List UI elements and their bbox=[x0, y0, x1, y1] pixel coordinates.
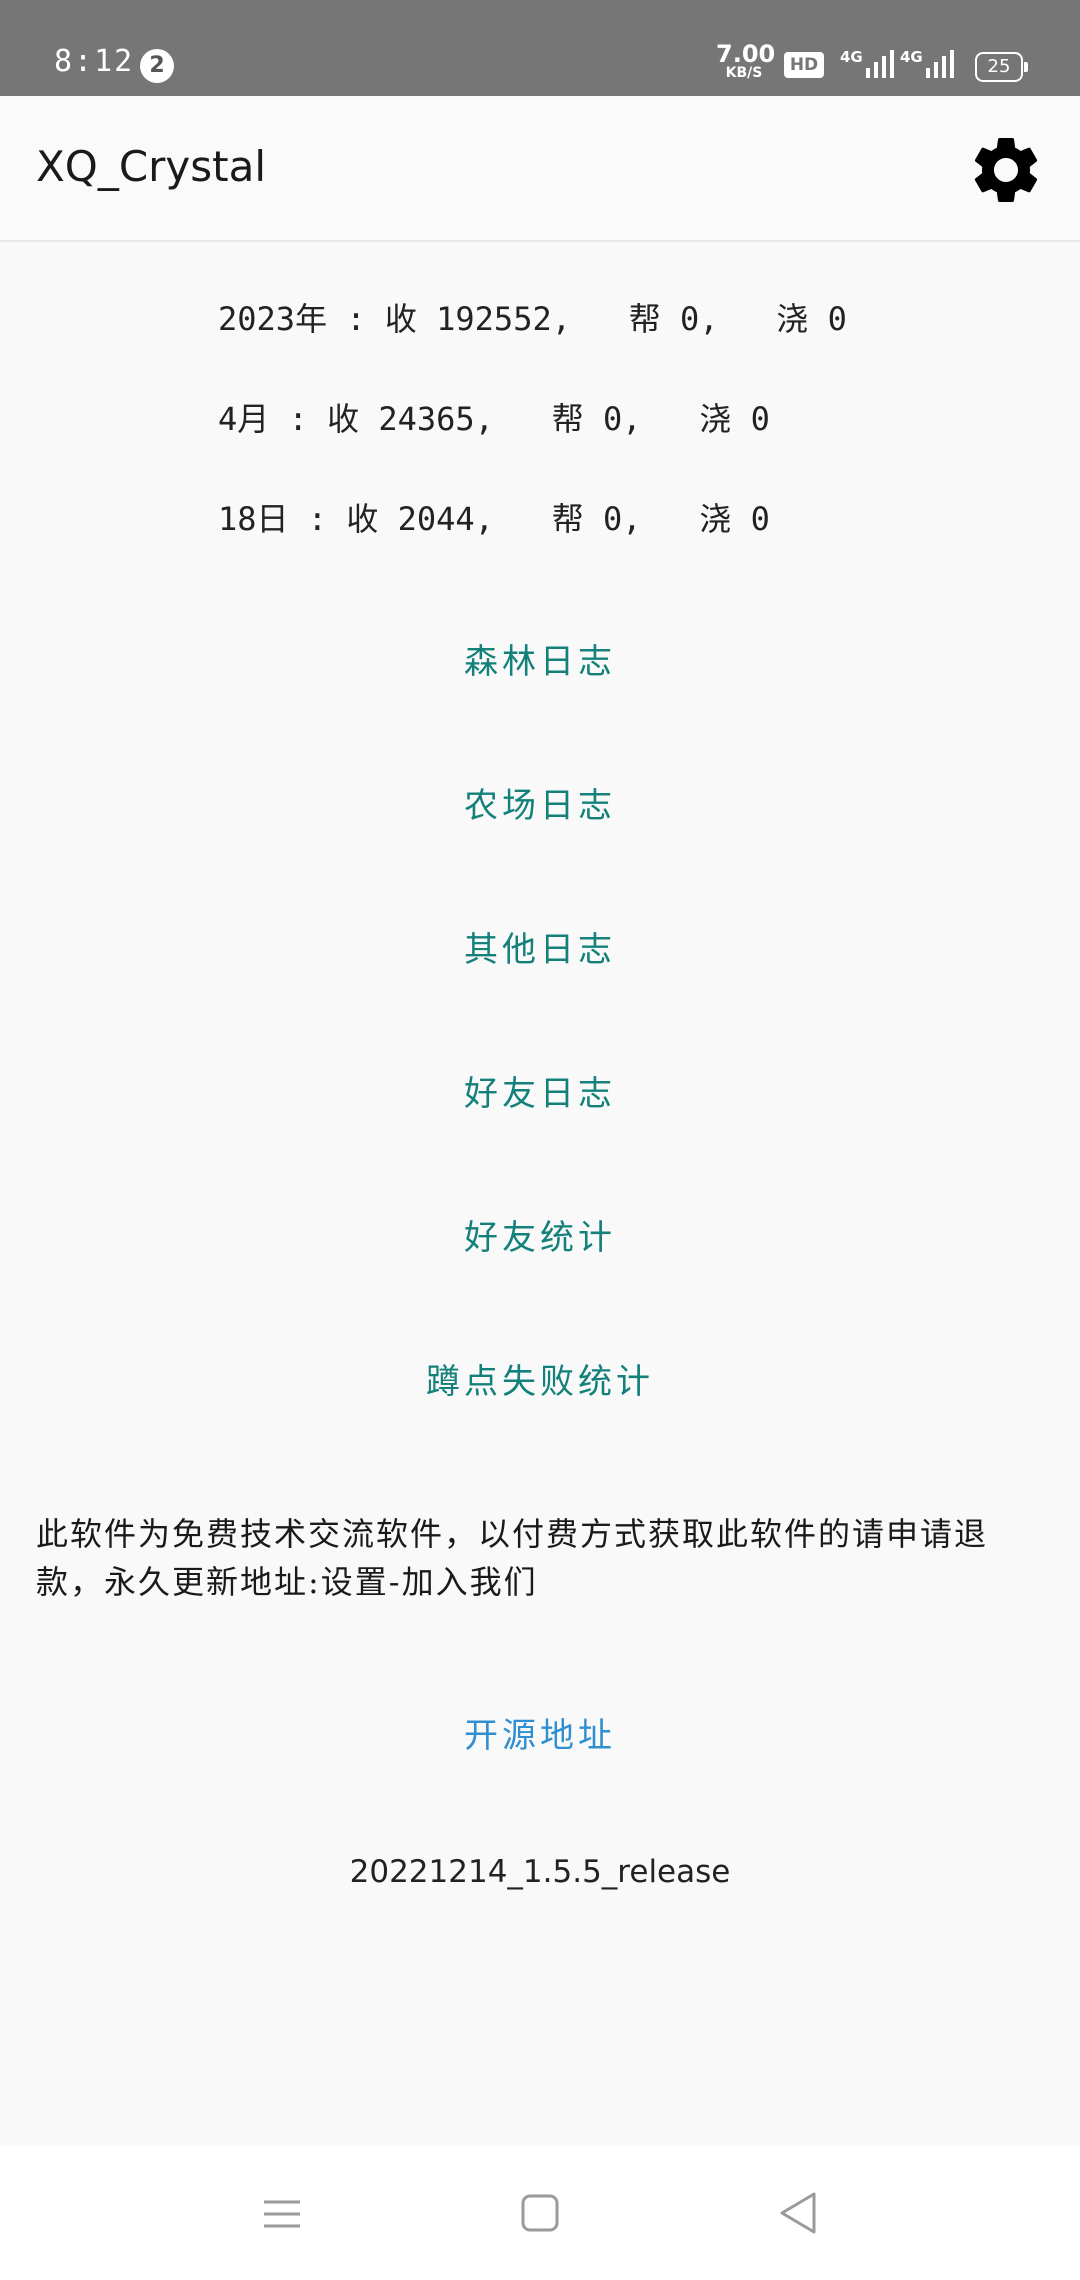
status-time: 8:12 bbox=[54, 44, 135, 79]
friend-log-link[interactable]: 好友日志 bbox=[0, 1066, 1080, 1115]
stat-month: 4月 : 收 24365, 帮 0, 浇 0 bbox=[218, 400, 770, 438]
back-button[interactable] bbox=[758, 2178, 838, 2248]
hd-voice-icon: HD bbox=[784, 52, 824, 78]
app-bar: XQ_Crystal bbox=[0, 96, 1080, 242]
disclaimer-notice: 此软件为免费技术交流软件，以付费方式获取此软件的请申请退款，永久更新地址:设置-… bbox=[36, 1515, 989, 1601]
network-speed-value: 7.00 bbox=[716, 40, 776, 68]
signal-type-label-2: 4G bbox=[900, 48, 923, 66]
main-content: 2023年 : 收 192552, 帮 0, 浇 0 4月 : 收 24365,… bbox=[0, 242, 1080, 2146]
system-nav-bar bbox=[0, 2146, 1080, 2280]
notification-count-badge: 2 bbox=[140, 49, 174, 83]
signal-bars-icon bbox=[866, 50, 894, 78]
phone-screen: 8:12 2 7.00 KB/S HD 4G 4G 25 XQ_Crystal … bbox=[0, 0, 1080, 2280]
signal-strength-icon: 4G bbox=[840, 44, 900, 84]
app-title: XQ_Crystal bbox=[36, 142, 267, 191]
battery-level: 25 bbox=[987, 56, 1011, 77]
back-triangle-icon bbox=[780, 2192, 816, 2234]
network-speed: 7.00 KB/S bbox=[716, 40, 776, 81]
battery-icon: 25 bbox=[975, 52, 1028, 82]
network-speed-unit: KB/S bbox=[725, 65, 763, 81]
status-bar: 8:12 2 7.00 KB/S HD 4G 4G 25 bbox=[0, 0, 1080, 96]
squat-fail-stats-link[interactable]: 蹲点失败统计 bbox=[0, 1354, 1080, 1403]
stat-day: 18日 : 收 2044, 帮 0, 浇 0 bbox=[218, 500, 770, 538]
home-button[interactable] bbox=[500, 2178, 580, 2248]
open-source-link[interactable]: 开源地址 bbox=[0, 1708, 1080, 1757]
home-square-icon bbox=[521, 2194, 559, 2232]
menu-icon bbox=[264, 2200, 300, 2228]
stat-year: 2023年 : 收 192552, 帮 0, 浇 0 bbox=[218, 300, 847, 338]
settings-button[interactable] bbox=[966, 130, 1046, 210]
signal-type-label: 4G bbox=[840, 48, 863, 66]
signal-strength-icon-2: 4G bbox=[900, 44, 960, 84]
version-label: 20221214_1.5.5_release bbox=[349, 1854, 731, 1890]
friend-stats-link[interactable]: 好友统计 bbox=[0, 1210, 1080, 1259]
other-log-link[interactable]: 其他日志 bbox=[0, 922, 1080, 971]
farm-log-link[interactable]: 农场日志 bbox=[0, 778, 1080, 827]
gear-icon bbox=[974, 137, 1038, 202]
signal-bars-icon-2 bbox=[926, 50, 954, 78]
forest-log-link[interactable]: 森林日志 bbox=[0, 634, 1080, 683]
recent-apps-button[interactable] bbox=[242, 2178, 322, 2248]
